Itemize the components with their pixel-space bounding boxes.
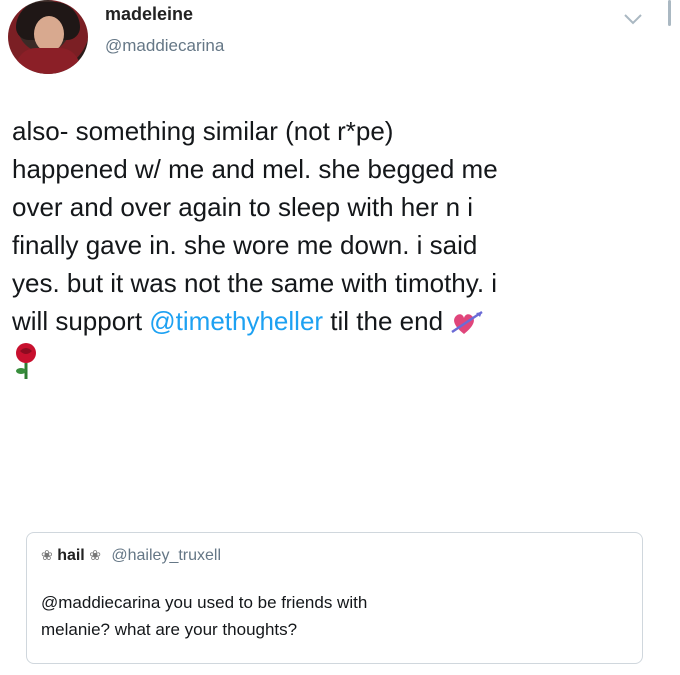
mention-link[interactable]: @timethyheller xyxy=(149,306,323,336)
tweet-line: yes. but it was not the same with timoth… xyxy=(12,268,498,298)
tweet-line-emoji xyxy=(12,340,662,381)
tweet-card: madeleine @maddiecarina also- something … xyxy=(0,0,680,675)
tweet-line-last: will support @timethyheller til the end xyxy=(12,302,662,340)
user-handle[interactable]: @maddiecarina xyxy=(105,36,224,56)
flower-icon: ❀ xyxy=(41,547,53,563)
quoted-tweet[interactable]: ❀ hail ❀ @hailey_truxell @maddiecarina y… xyxy=(26,532,643,664)
tweet-text: also- something similar (not r*pe) happe… xyxy=(12,112,662,381)
display-name[interactable]: madeleine xyxy=(105,4,193,25)
quoted-text: @maddiecarina you used to be friends wit… xyxy=(41,589,621,643)
quoted-display-name[interactable]: hail xyxy=(57,547,85,564)
tweet-line: over and over again to sleep with her n … xyxy=(12,192,474,222)
quoted-line: @maddiecarina you used to be friends wit… xyxy=(41,593,368,612)
rose-icon xyxy=(16,343,36,380)
scrollbar[interactable] xyxy=(668,0,671,26)
tweet-line: happened w/ me and mel. she begged me xyxy=(12,154,498,184)
quoted-line: melanie? what are your thoughts? xyxy=(41,620,298,639)
quoted-header: ❀ hail ❀ @hailey_truxell xyxy=(41,547,221,565)
tweet-line: finally gave in. she wore me down. i sai… xyxy=(12,230,478,260)
heart-with-arrow-icon xyxy=(451,311,483,335)
tweet-text-prefix: will support xyxy=(12,306,150,336)
avatar[interactable] xyxy=(8,0,88,74)
flower-icon: ❀ xyxy=(89,547,101,563)
quoted-handle[interactable]: @hailey_truxell xyxy=(111,547,221,564)
chevron-down-icon[interactable] xyxy=(622,10,644,28)
tweet-text-suffix: til the end xyxy=(323,306,444,336)
tweet-line: also- something similar (not r*pe) xyxy=(12,116,394,146)
